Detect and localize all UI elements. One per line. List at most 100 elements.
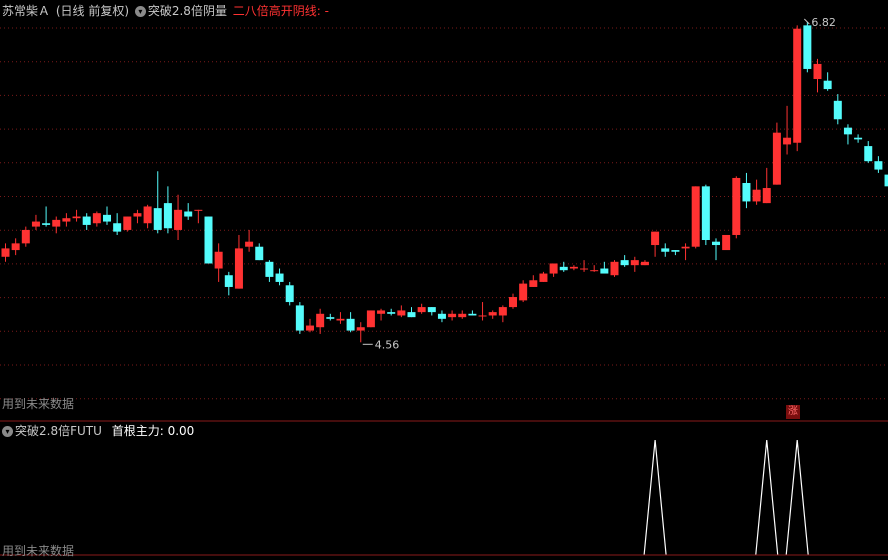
candle-body: [245, 241, 254, 247]
candle-body: [52, 219, 61, 227]
candle-body: [255, 246, 264, 261]
price-marks: 6.82 4.56: [362, 16, 836, 351]
candle-body: [11, 243, 20, 251]
candlestick-series: [1, 22, 888, 343]
candle-body: [417, 307, 426, 313]
candle-body: [1, 248, 10, 257]
candle-body: [813, 63, 822, 80]
candle-body: [82, 216, 91, 225]
lower-footer-note: 用到未来数据: [2, 544, 75, 558]
candle-body: [843, 127, 852, 135]
candle-body: [640, 261, 649, 266]
candle-body: [346, 318, 355, 331]
candle-body: [509, 297, 517, 308]
candle-body: [214, 251, 223, 269]
candle-body: [854, 137, 863, 140]
candle-body: [539, 273, 548, 282]
candle-body: [275, 273, 284, 282]
candle-body: [21, 229, 30, 244]
rise-badge: 涨: [786, 405, 800, 419]
candle-body: [793, 28, 802, 143]
upper-header: 苏常柴Ａ (日线 前复权) ▾ 突破2.8倍阴量 二八倍高开阴线: -: [2, 4, 331, 18]
candle-body: [823, 80, 832, 90]
candle-body: [265, 261, 274, 277]
candle-body: [72, 216, 81, 219]
chevron-down-icon[interactable]: ▾: [2, 426, 13, 437]
candle-body: [387, 312, 396, 314]
candle-body: [732, 177, 741, 235]
candle-body: [833, 100, 842, 120]
candle-body: [163, 203, 172, 229]
min-price-label: 4.56: [375, 338, 400, 351]
signal-spike: [785, 439, 809, 556]
candle-body: [31, 221, 40, 227]
line-label: 二八倍高开阴线: -: [232, 4, 329, 18]
candle-body: [681, 246, 690, 249]
candle-body: [884, 174, 888, 187]
candle-body: [783, 137, 792, 145]
candle-body: [620, 260, 629, 266]
candle-body: [194, 209, 203, 211]
candle-body: [671, 250, 680, 252]
candle-body: [103, 214, 111, 222]
candle-body: [356, 327, 365, 331]
period-label: (日线 前复权): [55, 4, 130, 18]
chevron-down-icon[interactable]: ▾: [134, 6, 146, 17]
candle-body: [316, 313, 325, 328]
candle-body: [397, 310, 406, 316]
signal-series: [643, 439, 809, 556]
upper-footer-note: 用到未来数据: [2, 397, 75, 411]
candle-body: [153, 208, 162, 230]
candle-body: [529, 280, 538, 287]
candle-body: [184, 211, 193, 217]
candle-body: [174, 209, 183, 230]
candle-body: [590, 270, 599, 272]
candle-body: [285, 285, 294, 303]
candle-body: [519, 283, 528, 301]
lower-indicator-name[interactable]: 突破2.8倍FUTU: [15, 424, 102, 438]
candle-body: [224, 275, 233, 287]
candle-body: [295, 305, 304, 331]
candle-body: [478, 315, 487, 317]
signal-spike: [643, 439, 667, 556]
candle-body: [651, 231, 660, 246]
indicator-name[interactable]: 突破2.8倍阴量: [148, 4, 227, 18]
candle-body: [92, 213, 101, 224]
candle-body: [366, 310, 375, 328]
candle-body: [691, 186, 700, 247]
candle-body: [377, 310, 386, 314]
price-grid: [0, 27, 888, 400]
candle-body: [569, 266, 578, 269]
candle-body: [42, 223, 51, 225]
candle-body: [661, 248, 670, 252]
kline-chart[interactable]: 6.82 4.56: [0, 0, 888, 560]
candle-body: [772, 132, 781, 185]
candle-body: [559, 266, 568, 271]
candle-body: [580, 268, 589, 270]
candle-body: [488, 312, 497, 316]
max-price-label: 6.82: [811, 16, 836, 29]
candle-body: [762, 188, 771, 204]
candle-body: [123, 216, 132, 230]
candle-body: [204, 216, 213, 264]
candle-body: [458, 313, 467, 318]
candle-body: [448, 313, 457, 318]
candle-body: [336, 318, 345, 321]
candle-body: [630, 260, 639, 266]
lower-indicator-value: 首根主力: 0.00: [111, 424, 195, 438]
stock-name[interactable]: 苏常柴Ａ: [2, 4, 50, 18]
candle-body: [62, 218, 71, 222]
candle-body: [610, 261, 619, 276]
candle-body: [701, 186, 710, 241]
candle-body: [874, 161, 883, 170]
candle-body: [864, 146, 873, 162]
candle-body: [143, 206, 152, 224]
candle-body: [712, 241, 720, 246]
candle-body: [549, 263, 558, 274]
candle-body: [306, 325, 314, 331]
candle-body: [326, 317, 335, 319]
candle-body: [752, 189, 761, 202]
candle-body: [600, 268, 609, 274]
candle-body: [437, 313, 446, 319]
candle-body: [498, 307, 507, 316]
